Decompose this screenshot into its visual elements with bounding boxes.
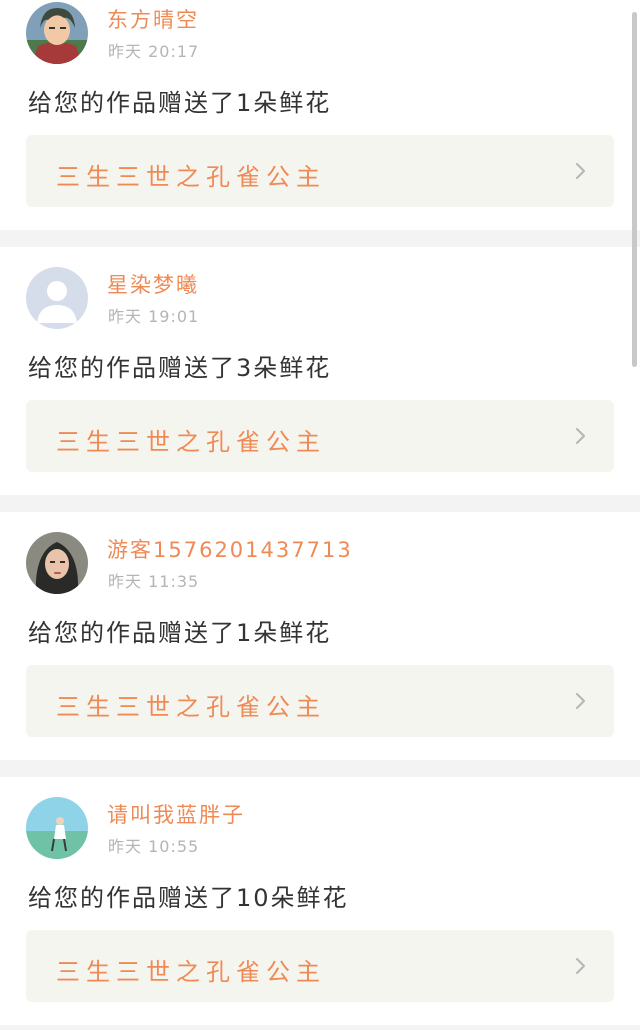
user-avatar[interactable] (26, 532, 88, 594)
gift-message: 给您的作品赠送了1朵鲜花 (28, 619, 332, 647)
timestamp: 昨天 20:17 (108, 42, 200, 61)
work-link-button[interactable]: 三生三世之孔雀公主 (26, 135, 614, 207)
chevron-right-icon (575, 162, 586, 180)
gift-message: 给您的作品赠送了3朵鲜花 (28, 354, 332, 382)
gift-message: 给您的作品赠送了1朵鲜花 (28, 89, 332, 117)
user-avatar[interactable] (26, 267, 88, 329)
username[interactable]: 请叫我蓝胖子 (107, 799, 245, 829)
work-title: 三生三世之孔雀公主 (56, 163, 326, 191)
timestamp: 昨天 11:35 (108, 572, 200, 591)
username[interactable]: 东方晴空 (107, 4, 199, 34)
work-link-button[interactable]: 三生三世之孔雀公主 (26, 930, 614, 1002)
notification-card: 游客1576201437713 昨天 11:35 给您的作品赠送了1朵鲜花 三生… (0, 512, 640, 760)
gift-notification-list: 东方晴空 昨天 20:17 给您的作品赠送了1朵鲜花 三生三世之孔雀公主 星染梦… (0, 0, 640, 1030)
notification-card: 东方晴空 昨天 20:17 给您的作品赠送了1朵鲜花 三生三世之孔雀公主 (0, 0, 640, 230)
work-link-button[interactable]: 三生三世之孔雀公主 (26, 400, 614, 472)
user-avatar[interactable] (26, 2, 88, 64)
timestamp: 昨天 10:55 (108, 837, 200, 856)
work-title: 三生三世之孔雀公主 (56, 428, 326, 456)
chevron-right-icon (575, 427, 586, 445)
notification-card: 请叫我蓝胖子 昨天 10:55 给您的作品赠送了10朵鲜花 三生三世之孔雀公主 (0, 777, 640, 1025)
chevron-right-icon (575, 957, 586, 975)
scrollbar[interactable] (632, 12, 637, 367)
chevron-right-icon (575, 692, 586, 710)
work-link-button[interactable]: 三生三世之孔雀公主 (26, 665, 614, 737)
username[interactable]: 星染梦曦 (107, 269, 199, 299)
username[interactable]: 游客1576201437713 (107, 534, 353, 564)
work-title: 三生三世之孔雀公主 (56, 958, 326, 986)
gift-message: 给您的作品赠送了10朵鲜花 (28, 884, 349, 912)
work-title: 三生三世之孔雀公主 (56, 693, 326, 721)
notification-card: 星染梦曦 昨天 19:01 给您的作品赠送了3朵鲜花 三生三世之孔雀公主 (0, 247, 640, 495)
timestamp: 昨天 19:01 (108, 307, 200, 326)
user-avatar[interactable] (26, 797, 88, 859)
